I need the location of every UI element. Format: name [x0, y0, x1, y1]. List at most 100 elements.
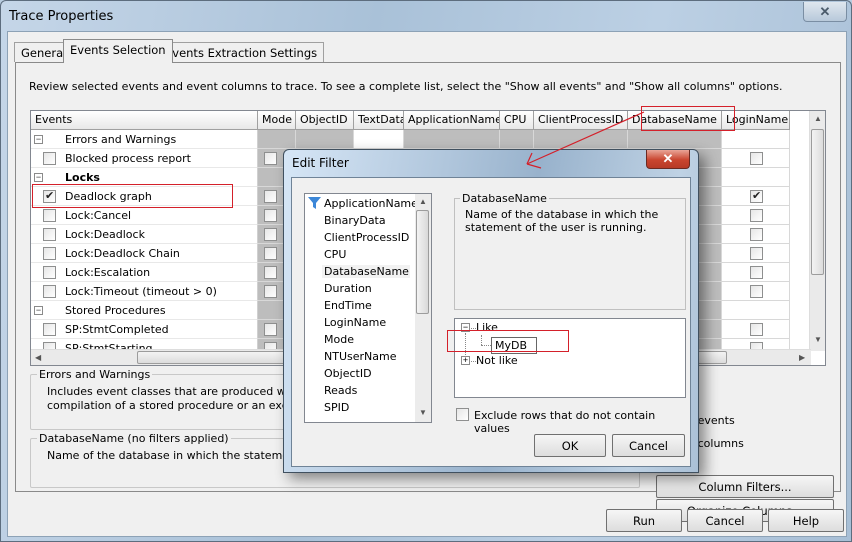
- filter-description-group: DatabaseName Name of the database in whi…: [454, 192, 686, 310]
- scroll-down-icon[interactable]: ▼: [419, 408, 427, 417]
- scroll-down-icon[interactable]: ▼: [814, 335, 822, 344]
- column-checkbox[interactable]: [264, 247, 277, 260]
- filter-column-item[interactable]: ObjectID: [324, 367, 372, 380]
- filter-tree: − Like MyDB + Not like: [454, 318, 686, 398]
- tree-node-like[interactable]: Like: [476, 321, 498, 334]
- event-checkbox[interactable]: [43, 247, 56, 260]
- column-header-databasename[interactable]: DatabaseName: [628, 111, 722, 130]
- expand-not-like-icon[interactable]: +: [461, 356, 470, 365]
- filter-column-list[interactable]: ApplicationName BinaryData ClientProcessID…: [304, 193, 432, 423]
- event-checkbox[interactable]: [43, 266, 56, 279]
- column-checkbox[interactable]: [750, 209, 763, 222]
- event-cell: Lock:Deadlock: [31, 225, 258, 244]
- help-button[interactable]: Help: [768, 509, 844, 532]
- tree-node-not-like[interactable]: Not like: [476, 354, 518, 367]
- grid-cell: [722, 282, 790, 301]
- scroll-right-icon[interactable]: ▶: [799, 353, 805, 362]
- column-checkbox[interactable]: [750, 152, 763, 165]
- event-checkbox[interactable]: [43, 152, 56, 165]
- collapse-icon[interactable]: −: [34, 173, 43, 182]
- column-checkbox[interactable]: [750, 266, 763, 279]
- window-title: Trace Properties: [9, 9, 114, 24]
- filter-column-item[interactable]: Reads: [324, 384, 357, 397]
- filter-list-scrollbar[interactable]: ▲ ▼: [415, 194, 431, 422]
- column-checkbox[interactable]: [264, 209, 277, 222]
- event-label: Blocked process report: [65, 152, 191, 165]
- close-icon: ✕: [662, 151, 674, 166]
- event-cell: − Locks: [31, 168, 258, 187]
- column-checkbox[interactable]: [264, 152, 277, 165]
- tab-events-extraction-settings[interactable]: Events Extraction Settings: [158, 42, 325, 62]
- filter-column-item[interactable]: DatabaseName: [322, 265, 410, 278]
- scroll-left-icon[interactable]: ◀: [35, 353, 41, 362]
- column-checkbox[interactable]: [750, 323, 763, 336]
- column-header-clientprocessid[interactable]: ClientProcessID: [534, 111, 628, 130]
- collapse-icon[interactable]: −: [34, 135, 43, 144]
- grid-cell: [722, 168, 790, 187]
- scroll-up-icon[interactable]: ▲: [419, 197, 427, 206]
- intro-text: Review selected events and event columns…: [29, 80, 783, 93]
- grid-cell: [500, 130, 534, 149]
- column-header-loginname[interactable]: LoginName: [722, 111, 790, 130]
- column-checkbox[interactable]: [750, 247, 763, 260]
- event-label: Stored Procedures: [65, 304, 166, 317]
- event-checkbox[interactable]: [43, 209, 56, 222]
- run-button[interactable]: Run: [606, 509, 682, 532]
- filter-column-item[interactable]: LoginName: [324, 316, 386, 329]
- cancel-button[interactable]: Cancel: [687, 509, 763, 532]
- filter-column-item[interactable]: EndTime: [324, 299, 372, 312]
- filter-column-item[interactable]: Duration: [324, 282, 372, 295]
- filter-ok-button[interactable]: OK: [534, 434, 606, 457]
- column-checkbox[interactable]: [750, 189, 763, 203]
- event-description-title: Errors and Warnings: [37, 368, 153, 381]
- edit-filter-title: Edit Filter: [292, 156, 349, 170]
- collapse-icon[interactable]: −: [34, 306, 43, 315]
- column-header-objectid[interactable]: ObjectID: [296, 111, 354, 130]
- scroll-up-icon[interactable]: ▲: [814, 114, 822, 123]
- filter-list-thumb[interactable]: [416, 210, 429, 314]
- event-label: Lock:Timeout (timeout > 0): [65, 285, 217, 298]
- grid-vscroll-thumb[interactable]: [811, 129, 824, 275]
- column-checkbox[interactable]: [264, 190, 277, 203]
- collapse-like-icon[interactable]: −: [461, 323, 470, 332]
- like-value-input[interactable]: MyDB: [491, 337, 537, 354]
- column-header-mode[interactable]: Mode: [258, 111, 296, 130]
- grid-cell: [722, 187, 790, 206]
- column-checkbox[interactable]: [264, 323, 277, 336]
- filter-column-item[interactable]: SPID: [324, 401, 349, 414]
- event-checkbox[interactable]: [43, 285, 56, 298]
- column-header-applicationname[interactable]: ApplicationName: [404, 111, 500, 130]
- event-label: Errors and Warnings: [65, 133, 177, 146]
- event-checkbox[interactable]: [43, 323, 56, 336]
- grid-cell: [354, 130, 404, 149]
- column-header-events[interactable]: Events: [31, 111, 258, 130]
- filter-column-item[interactable]: Mode: [324, 333, 354, 346]
- column-checkbox[interactable]: [750, 228, 763, 241]
- exclude-rows-checkbox[interactable]: [456, 408, 469, 421]
- event-label: Lock:Deadlock Chain: [65, 247, 180, 260]
- filter-column-item[interactable]: NTUserName: [324, 350, 396, 363]
- filter-column-item[interactable]: ApplicationName: [324, 197, 418, 210]
- column-checkbox[interactable]: [264, 266, 277, 279]
- column-header-cpu[interactable]: CPU: [500, 111, 534, 130]
- grid-cell: [722, 244, 790, 263]
- column-header-textdata[interactable]: TextData: [354, 111, 404, 130]
- grid-vertical-scrollbar[interactable]: ▲ ▼: [809, 111, 825, 351]
- column-checkbox[interactable]: [264, 285, 277, 298]
- filter-column-item[interactable]: CPU: [324, 248, 346, 261]
- filter-column-item[interactable]: ClientProcessID: [324, 231, 409, 244]
- event-cell: Deadlock graph: [31, 187, 258, 206]
- edit-filter-close-button[interactable]: ✕: [646, 150, 690, 169]
- event-checkbox[interactable]: [43, 228, 56, 241]
- event-checkbox[interactable]: [43, 189, 56, 203]
- column-filters-button[interactable]: Column Filters...: [656, 475, 834, 498]
- filter-cancel-button[interactable]: Cancel: [612, 434, 685, 457]
- filter-column-item[interactable]: BinaryData: [324, 214, 386, 227]
- window-close-button[interactable]: ✕: [803, 2, 847, 22]
- event-label: Lock:Escalation: [65, 266, 151, 279]
- tab-events-selection[interactable]: Events Selection: [63, 39, 173, 63]
- column-checkbox[interactable]: [750, 285, 763, 298]
- column-checkbox[interactable]: [264, 228, 277, 241]
- grid-category-row[interactable]: − Errors and Warnings: [31, 130, 811, 149]
- grid-cell: [722, 149, 790, 168]
